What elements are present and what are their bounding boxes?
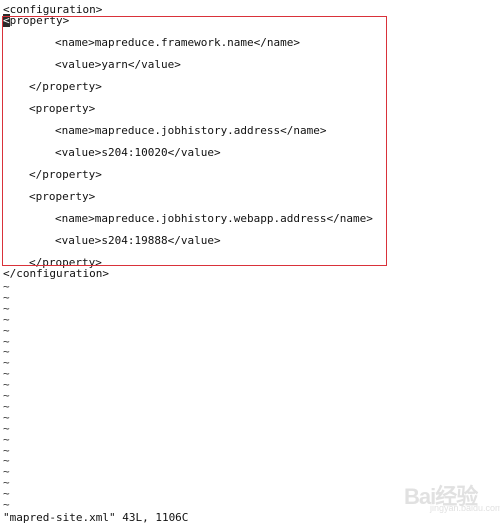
- empty-line-tilde: ~: [3, 498, 10, 511]
- watermark-logo: Bai经验 jingyan.baidu.com: [404, 475, 500, 515]
- status-line: "mapred-site.xml" 43L, 1106C: [3, 511, 189, 524]
- highlight-annotation-box: [2, 16, 387, 266]
- watermark-sub-text: jingyan.baidu.com: [430, 503, 500, 513]
- vim-editor[interactable]: <configuration> <property> <name>mapredu…: [0, 0, 500, 528]
- empty-line-tilde: ~: [3, 323, 10, 337]
- empty-line-tilde: ~: [3, 432, 10, 446]
- xml-line-configuration-close: </configuration>: [3, 267, 109, 280]
